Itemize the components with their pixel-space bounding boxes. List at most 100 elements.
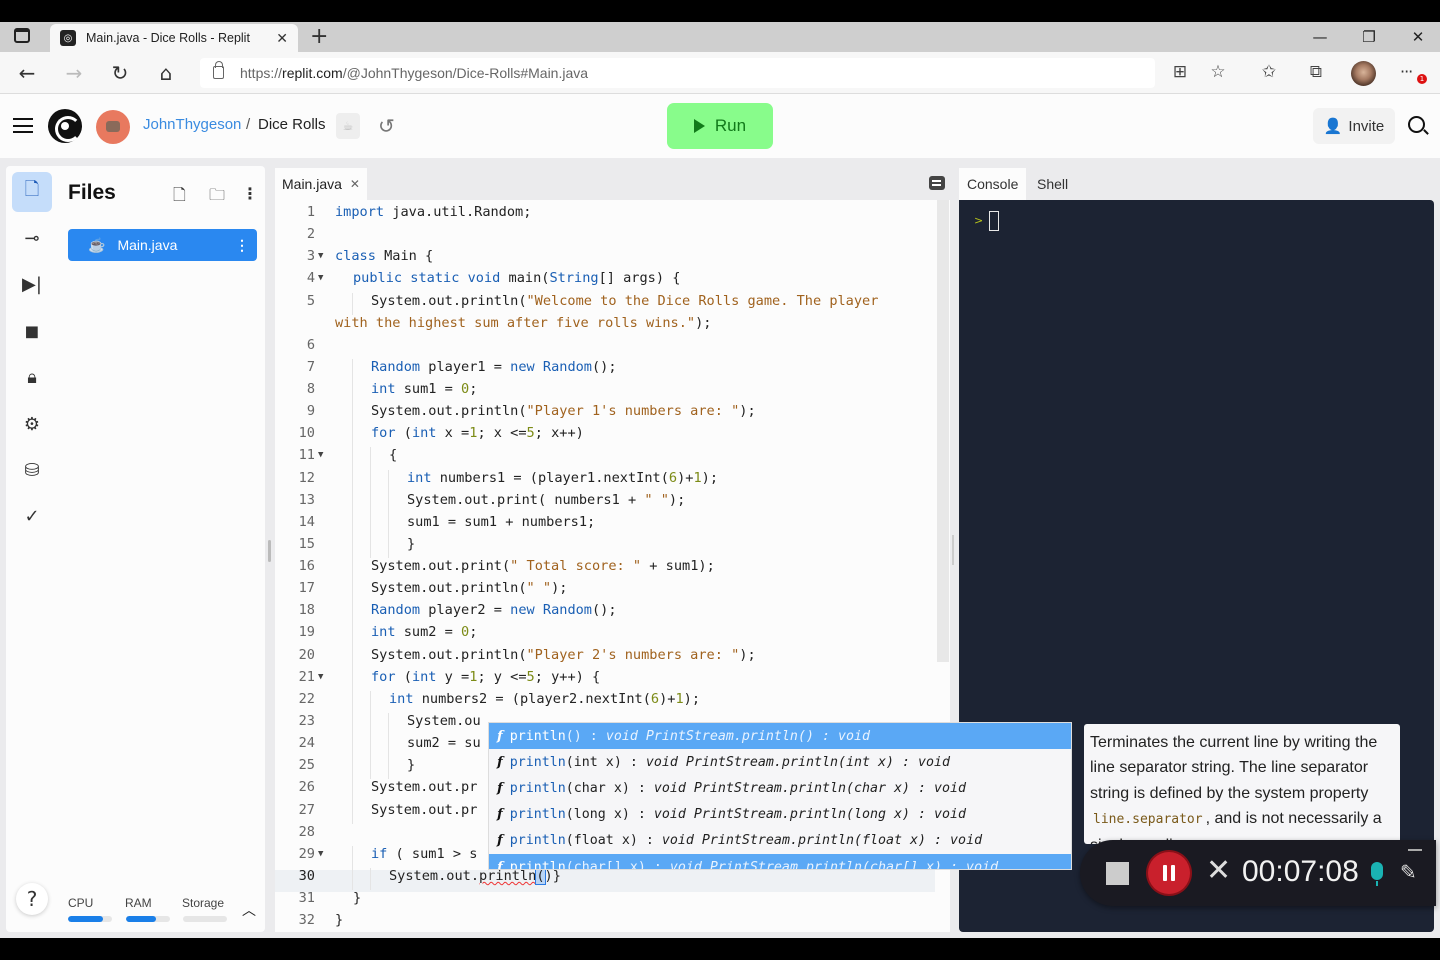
- new-folder-icon[interactable]: 🗀: [209, 184, 225, 211]
- code-line[interactable]: }: [407, 757, 415, 773]
- code-line[interactable]: int numbers2 = (player2.nextInt(6)+1);: [389, 691, 700, 707]
- sidebar-resize-handle[interactable]: [268, 540, 271, 562]
- restore-icon[interactable]: ❐: [1346, 22, 1392, 52]
- recorder-minimize-icon[interactable]: [1408, 849, 1422, 851]
- code-line[interactable]: System.out.println("Player 2's numbers a…: [371, 647, 756, 663]
- code-line[interactable]: Random player1 = new Random();: [371, 359, 617, 375]
- code-line[interactable]: System.out.print( numbers1 + " ");: [407, 492, 685, 508]
- ram-meter: [126, 916, 170, 922]
- pen-icon[interactable]: ✎: [1400, 860, 1417, 884]
- code-line[interactable]: sum1 = sum1 + numbers1;: [407, 514, 595, 530]
- code-line[interactable]: int sum1 = 0;: [371, 381, 477, 397]
- settings-icon[interactable]: ⚙: [12, 404, 52, 444]
- user-avatar[interactable]: [96, 110, 130, 144]
- code-line[interactable]: int numbers1 = (player1.nextInt(6)+1);: [407, 470, 718, 486]
- stop-recording-icon[interactable]: [1106, 862, 1129, 885]
- forward-icon[interactable]: →: [60, 60, 88, 86]
- files-icon[interactable]: 🗋: [12, 172, 52, 212]
- close-editor-tab-icon[interactable]: ✕: [350, 177, 360, 191]
- owner-link[interactable]: JohnThygeson: [143, 116, 241, 133]
- invite-button[interactable]: 👤 Invite: [1313, 108, 1395, 144]
- favorites-icon[interactable]: ✩: [1256, 62, 1282, 82]
- files-more-icon[interactable]: ⋮: [242, 184, 258, 203]
- project-name[interactable]: Dice Rolls: [258, 116, 326, 133]
- new-file-icon[interactable]: 🗋: [173, 184, 186, 211]
- pause-recording-icon[interactable]: [1148, 852, 1190, 894]
- autocomplete-item[interactable]: f println (char x) : void PrintStream.prin…: [489, 775, 1071, 801]
- fold-toggle-icon[interactable]: ▼: [318, 450, 323, 460]
- microphone-icon[interactable]: [1371, 862, 1383, 886]
- code-line[interactable]: int sum2 = 0;: [371, 624, 477, 640]
- fold-toggle-icon[interactable]: ▼: [318, 251, 323, 261]
- add-favorite-icon[interactable]: ☆: [1205, 62, 1231, 82]
- autocomplete-item[interactable]: f println (char[] x) : void PrintStream.pr…: [489, 853, 1071, 869]
- app-available-icon[interactable]: ⊞: [1167, 62, 1193, 82]
- code-line[interactable]: {: [389, 447, 397, 463]
- search-icon[interactable]: [1408, 116, 1425, 133]
- code-line[interactable]: for (int x =1; x <=5; x++): [371, 425, 584, 441]
- packages-icon[interactable]: ◼: [12, 311, 52, 351]
- autocomplete-item[interactable]: f println (long x) : void PrintStream.prin…: [489, 802, 1071, 828]
- git-icon[interactable]: ⊸: [12, 218, 52, 258]
- new-tab-button[interactable]: +: [310, 24, 328, 50]
- tab-console[interactable]: Console: [959, 168, 1027, 200]
- home-icon[interactable]: ⌂: [152, 60, 180, 86]
- java-language-icon[interactable]: ☕: [336, 113, 360, 139]
- autocomplete-item[interactable]: f println (int x) : void PrintStream.print…: [489, 749, 1071, 775]
- autocomplete-item[interactable]: f println (float x) : void PrintStream.pri…: [489, 828, 1071, 854]
- layout-icon[interactable]: [929, 176, 945, 190]
- editor-tab-main-java[interactable]: Main.java ✕: [275, 168, 367, 200]
- code-line[interactable]: }: [353, 890, 361, 906]
- code-line[interactable]: System.out.println(" ");: [371, 580, 567, 596]
- menu-icon[interactable]: [13, 118, 33, 133]
- browser-tab[interactable]: ◎ Main.java - Dice Rolls - Replit ✕: [50, 24, 298, 52]
- run-button[interactable]: Run: [667, 103, 773, 149]
- code-line[interactable]: with the highest sum after five rolls wi…: [335, 315, 711, 331]
- file-menu-icon[interactable]: ⋮: [235, 237, 249, 254]
- indent-guide: [352, 491, 353, 514]
- profile-avatar[interactable]: [1351, 61, 1376, 86]
- database-icon[interactable]: ⛁: [12, 450, 52, 490]
- collections-icon[interactable]: ⧉: [1303, 62, 1329, 82]
- unit-tests-icon[interactable]: ✓: [12, 496, 52, 536]
- code-line[interactable]: if ( sum1 > s: [371, 846, 477, 862]
- expand-resources-icon[interactable]: ︿: [242, 900, 256, 920]
- code-line[interactable]: }: [335, 912, 343, 928]
- help-button[interactable]: ?: [16, 883, 48, 915]
- close-tab-icon[interactable]: ✕: [276, 30, 288, 47]
- refresh-icon[interactable]: ↻: [106, 60, 134, 86]
- debugger-icon[interactable]: ▶|: [12, 264, 52, 304]
- code-line[interactable]: for (int y =1; y <=5; y++) {: [371, 669, 600, 685]
- close-window-icon[interactable]: ✕: [1395, 22, 1440, 52]
- fold-toggle-icon[interactable]: ▼: [318, 672, 323, 682]
- replit-logo[interactable]: [48, 109, 82, 143]
- code-line[interactable]: System.out.println()}: [389, 866, 561, 885]
- history-icon[interactable]: ↺: [378, 114, 395, 138]
- code-line[interactable]: System.out.pr: [371, 802, 477, 818]
- fold-toggle-icon[interactable]: ▼: [318, 273, 323, 283]
- address-bar[interactable]: https://replit.com/@JohnThygeson/Dice-Ro…: [200, 58, 1155, 88]
- code-line[interactable]: }: [407, 536, 415, 552]
- secrets-icon[interactable]: 🔒︎: [12, 357, 52, 397]
- pane-resize-handle[interactable]: [952, 535, 954, 565]
- code-line[interactable]: System.ou: [407, 713, 481, 729]
- back-icon[interactable]: ←: [13, 60, 41, 86]
- code-line[interactable]: System.out.println("Welcome to the Dice …: [371, 293, 878, 309]
- code-line[interactable]: sum2 = su: [407, 735, 481, 751]
- code-line[interactable]: import java.util.Random;: [335, 204, 531, 220]
- autocomplete-item[interactable]: f println() : void PrintStream.println() …: [489, 723, 1071, 750]
- tab-actions-icon[interactable]: [14, 28, 30, 43]
- code-line[interactable]: public static void main(String[] args) {: [353, 270, 680, 286]
- code-line[interactable]: System.out.print(" Total score: " + sum1…: [371, 558, 715, 574]
- editor-scrollbar[interactable]: [937, 200, 949, 662]
- tab-shell[interactable]: Shell: [1029, 168, 1076, 200]
- settings-more-icon[interactable]: ···: [1400, 62, 1413, 81]
- code-line[interactable]: class Main {: [335, 248, 433, 264]
- fold-toggle-icon[interactable]: ▼: [318, 849, 323, 859]
- cancel-recording-icon[interactable]: ✕: [1206, 853, 1231, 888]
- file-item-main-java[interactable]: ☕ Main.java ⋮: [68, 229, 257, 261]
- code-line[interactable]: System.out.pr: [371, 779, 477, 795]
- code-line[interactable]: System.out.println("Player 1's numbers a…: [371, 403, 756, 419]
- code-line[interactable]: Random player2 = new Random();: [371, 602, 617, 618]
- minimize-icon[interactable]: —: [1297, 22, 1343, 52]
